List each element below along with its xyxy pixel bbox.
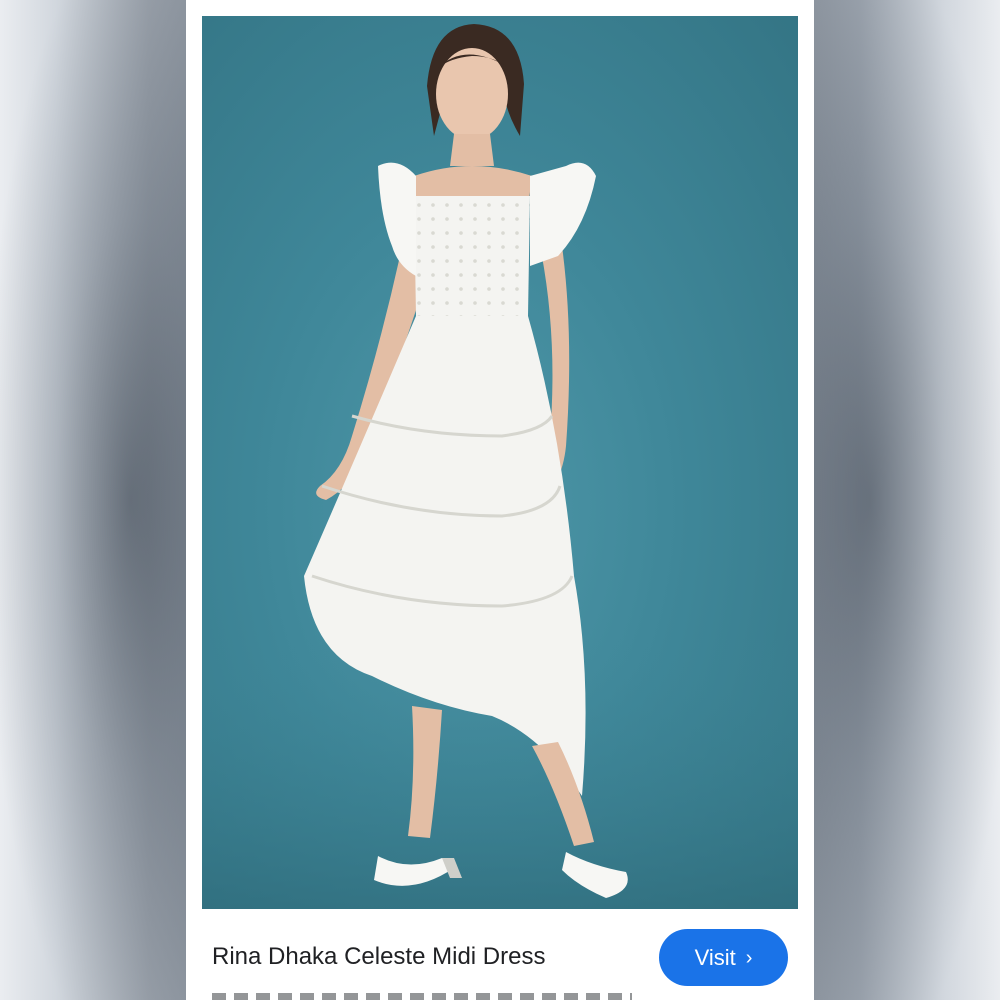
chevron-right-icon: › [745,946,753,969]
blurred-background-right [814,0,1000,1000]
truncated-subtitle-text [212,993,632,1000]
model-in-white-dress-illustration [202,24,798,909]
product-caption-row: Rina Dhaka Celeste Midi Dress Visit › [186,909,814,1000]
product-title[interactable]: Rina Dhaka Celeste Midi Dress [212,943,545,971]
product-card[interactable]: Rina Dhaka Celeste Midi Dress Visit › [186,0,814,1000]
blurred-background-left [0,0,186,1000]
product-image[interactable] [202,16,798,909]
visit-label: Visit [694,944,736,970]
screenshot-stage: Rina Dhaka Celeste Midi Dress Visit › [0,0,1000,1000]
visit-button[interactable]: Visit › [659,929,788,986]
